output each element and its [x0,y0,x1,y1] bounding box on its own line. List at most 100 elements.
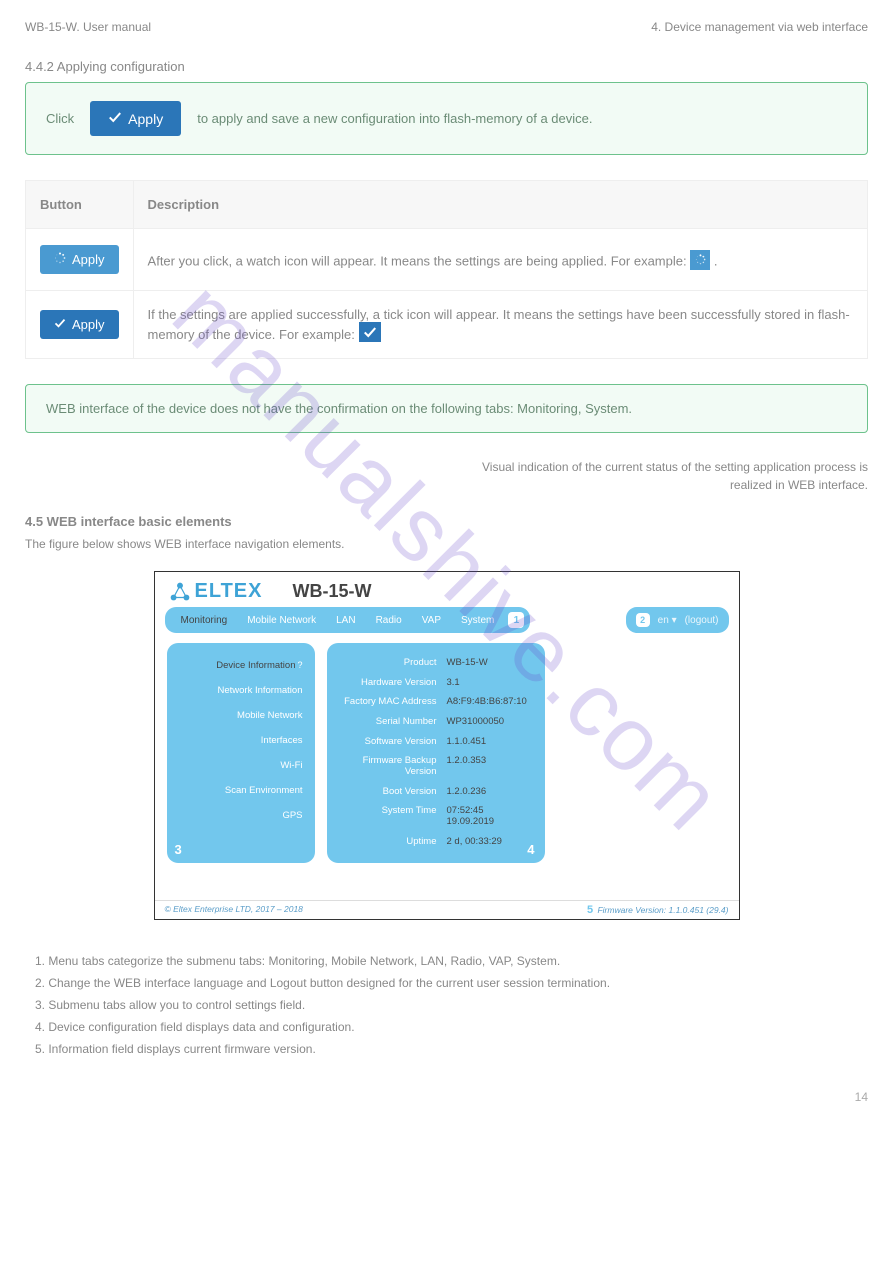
sidebar-item-mobile-network[interactable]: Mobile Network [179,703,303,728]
spinner-icon-inline [690,250,710,270]
logo-text: ELTEX [195,580,263,603]
sidebar-item-network-info[interactable]: Network Information [179,678,303,703]
legend-th-button: Button [26,181,134,229]
callout-badge-2: 2 [636,613,650,627]
info-value: 1.1.0.451 [447,736,531,747]
list-item: 4. Device configuration field displays d… [35,1016,868,1038]
info-row: Software Version 1.1.0.451 [341,731,531,751]
logo-icon [169,581,191,603]
callout-badge-5: 5 [587,904,593,916]
info-value: 1.2.0.236 [447,786,531,797]
info-label: Software Version [341,736,437,747]
info-label: System Time [341,805,437,827]
legend-list: 1. Menu tabs categorize the submenu tabs… [35,950,868,1060]
ui-footer: © Eltex Enterprise LTD, 2017 – 2018 5 Fi… [155,900,739,919]
info-value: A8:F9:4B:B6:87:10 [447,696,531,707]
footer-copyright: © Eltex Enterprise LTD, 2017 – 2018 [165,904,303,916]
callout-text-pre: Click [46,111,74,126]
section-heading: 4.4.2 Applying configuration [25,59,868,74]
apply-button-done[interactable]: Apply [40,310,119,339]
info-label: Factory MAC Address [341,696,437,707]
info-label: Product [341,657,437,668]
tab-vap[interactable]: VAP [412,615,451,626]
table-row: Apply If the settings are applied succes… [26,291,868,359]
chevron-down-icon: ▾ [672,615,677,626]
list-item: 1. Menu tabs categorize the submenu tabs… [35,950,868,972]
callout-badge-1: 1 [508,612,524,628]
callout-note: WEB interface of the device does not hav… [25,384,868,433]
legend-desc-post: . [714,253,718,268]
info-label: Uptime [341,836,437,847]
info-row: Factory MAC Address A8:F9:4B:B6:87:10 [341,692,531,712]
info-row: System Time 07:52:45 19.09.2019 [341,801,531,832]
info-value: WP31000050 [447,716,531,727]
info-row: Serial Number WP31000050 [341,712,531,732]
info-row: Firmware Backup Version 1.2.0.353 [341,751,531,782]
legend-desc: If the settings are applied successfully… [148,307,850,342]
ui-screenshot: ELTEX WB-15-W Monitoring Mobile Network … [154,571,740,920]
info-panel: ProductWB-15-W Hardware Version 3.1 Facto… [327,643,545,863]
page-header: WB-15-W. User manual 4. Device managemen… [25,20,868,34]
note-line: Visual indication of the current status … [25,458,868,476]
tab-mobile-network[interactable]: Mobile Network [237,615,326,626]
callout-badge-3: 3 [175,842,182,857]
sidebar-item-interfaces[interactable]: Interfaces [179,728,303,753]
apply-button-label: Apply [128,111,163,127]
check-icon-inline [359,322,381,342]
sidebar-item-scan-environment[interactable]: Scan Environment [179,778,303,803]
check-icon [54,317,66,332]
info-label: Boot Version [341,786,437,797]
logout-link[interactable]: (logout) [685,615,719,626]
sidebar-item-device-info[interactable]: Device Information? [179,653,303,678]
info-label: Hardware Version [341,677,437,688]
callout-badge-4: 4 [527,842,534,857]
info-row: ProductWB-15-W [341,653,531,673]
note-line: realized in WEB interface. [25,476,868,494]
help-icon: ? [297,660,302,670]
apply-button-label: Apply [72,317,105,332]
sidebar-panel: Device Information? Network Information … [167,643,315,863]
legend-desc: After you click, a watch icon will appea… [148,253,691,268]
language-selector[interactable]: en ▾ [658,615,677,626]
info-row: Uptime 2 d, 00:33:29 [341,832,531,852]
tab-radio[interactable]: Radio [366,615,412,626]
info-value: 07:52:45 19.09.2019 [447,805,531,827]
tab-lan[interactable]: LAN [326,615,365,626]
tab-system[interactable]: System [451,615,504,626]
check-icon [108,110,122,127]
info-label: Firmware Backup Version [341,755,437,777]
callout-text: WEB interface of the device does not hav… [46,401,632,416]
callout-apply: Click Apply to apply and save a new conf… [25,82,868,155]
menu-row: Monitoring Mobile Network LAN Radio VAP … [155,607,739,639]
legend-th-desc: Description [133,181,867,229]
apply-button-spinner[interactable]: Apply [40,245,119,274]
footer-version: Firmware Version: 1.1.0.451 (29.4) [597,905,728,915]
table-row: Apply After you click, a watch icon will… [26,229,868,291]
info-label: Serial Number [341,716,437,727]
spinner-icon [54,252,66,267]
ui-body: Device Information? Network Information … [155,639,739,919]
apply-button[interactable]: Apply [90,101,181,136]
page-number: 14 [25,1090,868,1104]
info-value: 3.1 [447,677,531,688]
callout-text-post: to apply and save a new configuration in… [197,111,592,126]
sidebar-item-wifi[interactable]: Wi-Fi [179,753,303,778]
note-block: Visual indication of the current status … [25,458,868,494]
section-heading-2: 4.5 WEB interface basic elements [25,514,868,529]
list-item: 2. Change the WEB interface language and… [35,972,868,994]
list-item: 5. Information field displays current fi… [35,1038,868,1060]
info-row: Boot Version 1.2.0.236 [341,782,531,802]
section-subheading: The figure below shows WEB interface nav… [25,537,868,551]
ui-figure-wrap: ELTEX WB-15-W Monitoring Mobile Network … [25,571,868,920]
tab-monitoring[interactable]: Monitoring [171,615,238,626]
apply-button-label: Apply [72,252,105,267]
info-value: 1.2.0.353 [447,755,531,777]
ui-topbar: ELTEX WB-15-W [155,572,739,607]
eltex-logo: ELTEX [169,580,263,603]
list-item: 3. Submenu tabs allow you to control set… [35,994,868,1016]
info-value: 2 d, 00:33:29 [447,836,531,847]
main-menu: Monitoring Mobile Network LAN Radio VAP … [165,607,531,633]
legend-table: Button Description Apply After you click… [25,180,868,359]
sidebar-item-gps[interactable]: GPS [179,803,303,828]
info-row: Hardware Version 3.1 [341,673,531,693]
